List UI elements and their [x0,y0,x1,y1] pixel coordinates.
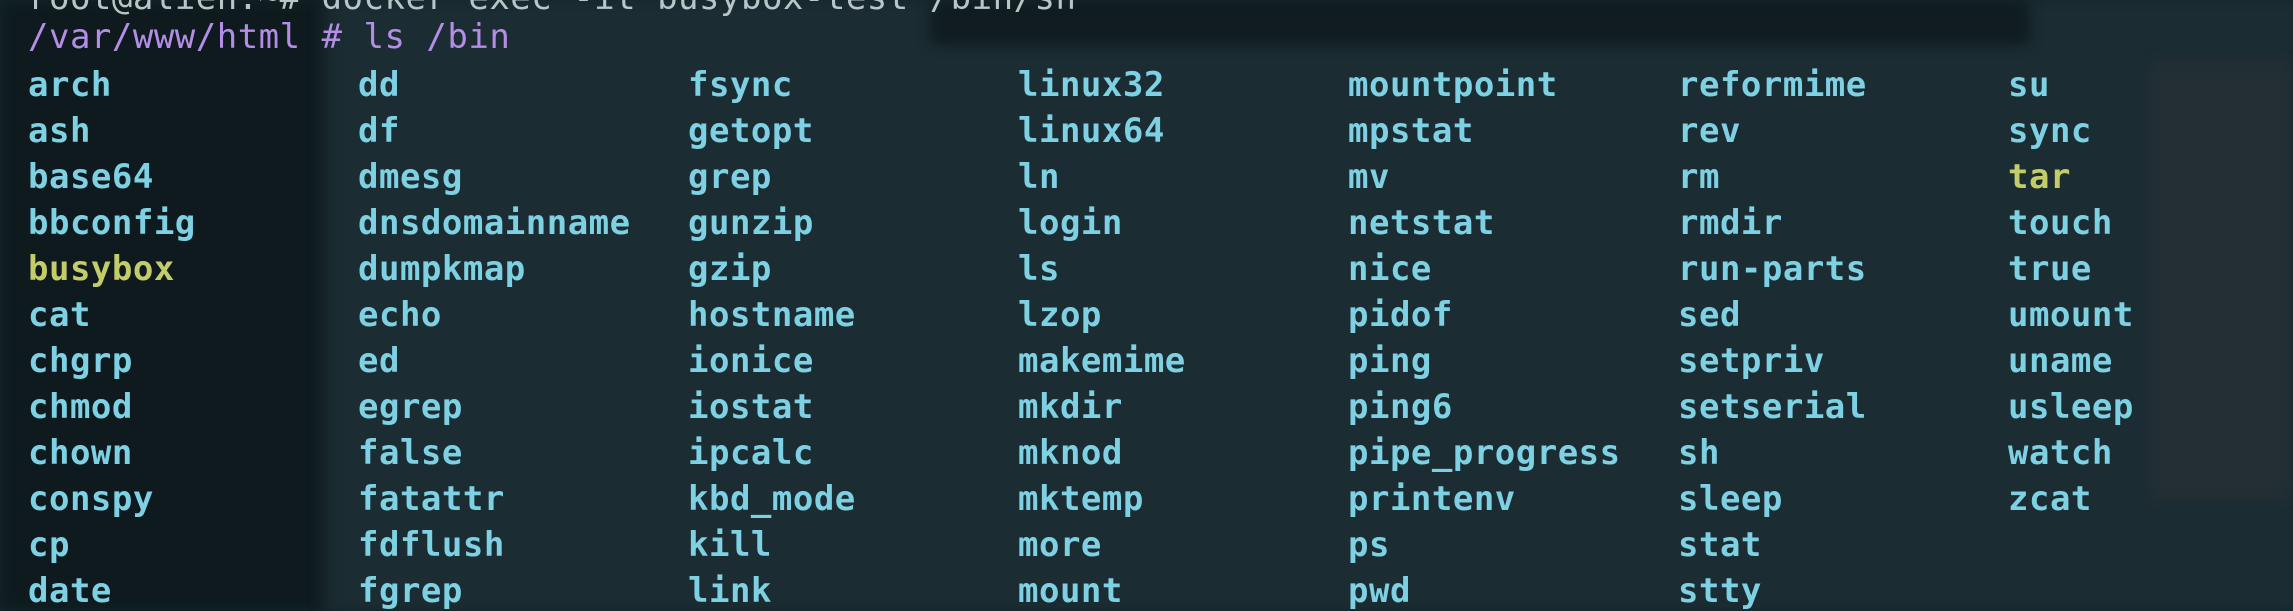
file-entry: linux32 [1018,65,1165,105]
file-entry: ash [28,111,91,151]
terminal-window[interactable]: root@alien:~# docker exec -it busybox-te… [0,0,2293,611]
file-entry: echo [358,295,442,335]
file-entry: nice [1348,249,1432,289]
file-entry: cat [28,295,91,335]
file-entry: mktemp [1018,479,1144,519]
file-entry: linux64 [1018,111,1165,151]
file-entry: mpstat [1348,111,1474,151]
file-entry: busybox [28,249,175,289]
command-prompt-line: /var/www/html # ls /bin [28,17,511,57]
file-entry: stty [1678,571,1762,611]
listing-column: reformime rev rm rmdir run-parts sed setpriv se… [1678,62,2008,611]
file-entry: gunzip [688,203,814,243]
file-entry: mount [1018,571,1123,611]
file-entry: dmesg [358,157,463,197]
file-entry: pwd [1348,571,1411,611]
file-entry: mv [1348,157,1390,197]
file-entry: bbconfig [28,203,196,243]
file-entry: stat [1678,525,1762,565]
file-entry: touch [2008,203,2113,243]
file-entry: mountpoint [1348,65,1558,105]
file-entry: rmdir [1678,203,1783,243]
file-entry: kbd_mode [688,479,856,519]
file-entry: fgrep [358,571,463,611]
file-entry: makemime [1018,341,1186,381]
file-entry: ln [1018,157,1060,197]
file-entry: uname [2008,341,2113,381]
file-entry: zcat [2008,479,2092,519]
file-entry: ipcalc [688,433,814,473]
file-entry: fatattr [358,479,505,519]
file-entry: conspy [28,479,154,519]
file-entry: tar [2008,157,2071,197]
file-entry: arch [28,65,112,105]
file-entry: chmod [28,387,133,427]
file-entry: usleep [2008,387,2134,427]
file-entry: netstat [1348,203,1495,243]
listing-column: dd df dmesg dnsdomainname dumpkmap echo ed egre… [358,62,688,611]
file-entry: dumpkmap [358,249,526,289]
directory-listing: arch ash base64 bbconfig busybox cat chgrp chmo… [28,62,2293,611]
listing-column: su sync tar touch true umount uname usleep watch… [2008,62,2293,611]
file-entry: true [2008,249,2092,289]
file-entry: date [28,571,112,611]
file-entry: fdflush [358,525,505,565]
background-blur [930,0,2030,45]
file-entry: grep [688,157,772,197]
file-entry: sed [1678,295,1741,335]
file-entry: pidof [1348,295,1453,335]
file-entry: hostname [688,295,856,335]
file-entry: false [358,433,463,473]
file-entry: rm [1678,157,1720,197]
file-entry: ionice [688,341,814,381]
file-entry: iostat [688,387,814,427]
file-entry: egrep [358,387,463,427]
file-entry: ping6 [1348,387,1453,427]
file-entry: sh [1678,433,1720,473]
file-entry: rev [1678,111,1741,151]
file-entry: ping [1348,341,1432,381]
file-entry: printenv [1348,479,1516,519]
file-entry: su [2008,65,2050,105]
listing-column: mountpoint mpstat mv netstat nice pidof ping pi… [1348,62,1678,611]
file-entry: umount [2008,295,2134,335]
file-entry: setserial [1678,387,1867,427]
file-entry: chgrp [28,341,133,381]
file-entry: base64 [28,157,154,197]
listing-column: fsync getopt grep gunzip gzip hostname ionice i… [688,62,1018,611]
file-entry: sleep [1678,479,1783,519]
file-entry: sync [2008,111,2092,151]
file-entry: watch [2008,433,2113,473]
file-entry: more [1018,525,1102,565]
file-entry: reformime [1678,65,1867,105]
file-entry: setpriv [1678,341,1825,381]
file-entry: mknod [1018,433,1123,473]
file-entry: pipe_progress [1348,433,1621,473]
file-entry: ls [1018,249,1060,289]
file-entry: lzop [1018,295,1102,335]
file-entry: fsync [688,65,793,105]
file-entry: run-parts [1678,249,1867,289]
file-entry: login [1018,203,1123,243]
file-entry: gzip [688,249,772,289]
file-entry: ps [1348,525,1390,565]
file-entry: mkdir [1018,387,1123,427]
listing-column: linux32 linux64 ln login ls lzop makemime mkdir… [1018,62,1348,611]
file-entry: dnsdomainname [358,203,631,243]
listing-column: arch ash base64 bbconfig busybox cat chgrp chmo… [28,62,358,611]
file-entry: link [688,571,772,611]
file-entry: ed [358,341,400,381]
file-entry: cp [28,525,70,565]
file-entry: chown [28,433,133,473]
file-entry: df [358,111,400,151]
file-entry: dd [358,65,400,105]
file-entry: getopt [688,111,814,151]
file-entry: kill [688,525,772,565]
previous-command-line: root@alien:~# docker exec -it busybox-te… [28,0,1077,18]
